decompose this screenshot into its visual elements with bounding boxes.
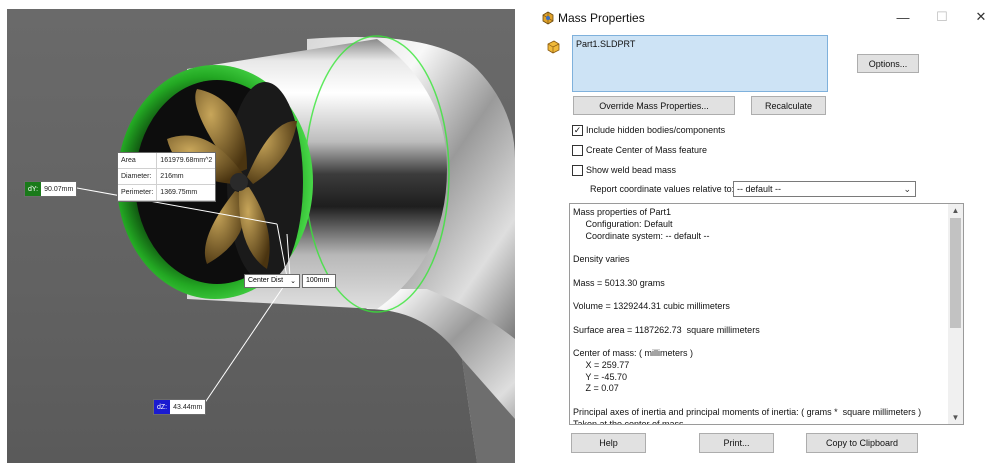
checkbox-icon[interactable]: [572, 164, 583, 176]
result-line: Taken at the center of mass.: [573, 418, 687, 425]
result-line: Volume = 1329244.31 cubic millimeters: [573, 301, 730, 311]
result-line: [573, 266, 948, 278]
maximize-icon[interactable]: ☐: [930, 8, 954, 26]
checkbox-checked-icon[interactable]: ✓: [572, 124, 583, 136]
override-mass-properties-button[interactable]: Override Mass Properties...: [573, 96, 735, 115]
result-line: [573, 289, 948, 301]
center-dist-control[interactable]: Center Dist ⌄ 100mm: [244, 273, 336, 288]
recalculate-button[interactable]: Recalculate: [751, 96, 826, 115]
dz-dimension-tag[interactable]: dZ: 43.44mm: [153, 399, 207, 415]
report-coordinates-label: Report coordinate values relative to:: [590, 184, 735, 194]
part-icon: [547, 40, 560, 54]
result-line: Surface area = 1187262.73 square millime…: [573, 324, 760, 335]
copy-to-clipboard-button[interactable]: Copy to Clipboard: [806, 433, 918, 453]
result-line: Mass = 5013.30 grams: [573, 277, 665, 288]
selected-part[interactable]: Part1.SLDPRT: [576, 39, 635, 49]
include-hidden-checkbox[interactable]: ✓ Include hidden bodies/components: [572, 123, 725, 137]
results-textbox[interactable]: Mass properties of Part1 Configuration: …: [569, 203, 964, 425]
chevron-down-icon: ⌄: [290, 277, 296, 285]
print-button[interactable]: Print...: [699, 433, 774, 453]
checkbox-icon[interactable]: [572, 144, 583, 156]
result-line: [573, 313, 948, 325]
callout-row-diameter: Diameter: 216mm: [118, 168, 216, 185]
graphics-viewport[interactable]: Area 161979.68mm^2 Diameter: 216mm Perimet…: [7, 9, 515, 463]
chevron-down-icon: ⌄: [903, 184, 911, 194]
mass-properties-icon: [542, 11, 554, 25]
close-icon[interactable]: ✕: [969, 8, 993, 26]
dy-dimension-tag[interactable]: dY: 90.07mm: [24, 181, 78, 197]
title-bar[interactable]: Mass Properties — ☐ ✕: [537, 2, 997, 32]
scroll-up-icon[interactable]: ▲: [948, 204, 963, 217]
result-line: Principal axes of inertia and principal …: [573, 406, 922, 417]
measure-callout: Area 161979.68mm^2 Diameter: 216mm Perimet…: [117, 152, 217, 202]
results-scrollbar[interactable]: ▲ ▼: [948, 204, 963, 424]
result-line: Configuration: Default: [573, 218, 673, 229]
result-line: Center of mass: ( millimeters ): [573, 348, 694, 358]
dy-value: 90.07mm: [44, 185, 74, 193]
result-line: Z = 0.07: [573, 383, 619, 394]
selected-items-list[interactable]: Part1.SLDPRT: [572, 35, 828, 92]
result-line: Density varies: [573, 254, 630, 264]
mass-properties-dialog: Mass Properties — ☐ ✕ Part1.SLDPRT Optio…: [537, 2, 997, 464]
dz-value: 43.44mm: [173, 403, 203, 411]
result-line: Mass properties of Part1: [573, 207, 672, 217]
center-dist-value: 100mm: [302, 273, 336, 288]
create-center-of-mass-checkbox[interactable]: Create Center of Mass feature: [572, 143, 707, 157]
callout-row-perimeter: Perimeter: 1369.75mm: [118, 184, 216, 201]
results-text: Mass properties of Part1 Configuration: …: [573, 207, 948, 425]
result-line: X = 259.77: [573, 359, 630, 370]
dialog-title: Mass Properties: [558, 11, 645, 25]
options-button[interactable]: Options...: [857, 54, 919, 73]
center-dist-select[interactable]: Center Dist ⌄: [244, 273, 300, 288]
coordinate-system-select[interactable]: -- default -- ⌄: [733, 181, 916, 197]
scroll-thumb[interactable]: [950, 218, 961, 328]
callout-row-area: Area 161979.68mm^2: [118, 153, 216, 169]
dz-badge: dZ:: [154, 400, 171, 414]
show-weld-bead-checkbox[interactable]: Show weld bead mass: [572, 163, 676, 177]
minimize-icon[interactable]: —: [891, 8, 915, 26]
result-line: Y = -45.70: [573, 371, 627, 382]
dy-badge: dY:: [25, 182, 42, 196]
model-render[interactable]: [7, 9, 515, 463]
help-button[interactable]: Help: [571, 433, 646, 453]
scroll-down-icon[interactable]: ▼: [948, 411, 963, 424]
result-line: Coordinate system: -- default --: [573, 230, 710, 241]
result-line: [573, 395, 948, 407]
result-line: [573, 336, 948, 348]
result-line: [573, 242, 948, 254]
